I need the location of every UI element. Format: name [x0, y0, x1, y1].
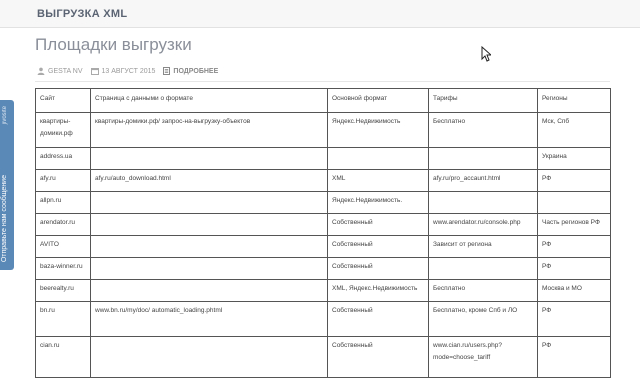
header-region: Регионы [537, 88, 611, 113]
author-meta[interactable]: GESTA NV [37, 67, 83, 75]
cell-site[interactable]: bn.ru [35, 301, 91, 337]
cell-format: Яндекс.Недвижимость [327, 112, 429, 148]
table-row: afy.ru afy.ru/auto_download.html XML afy… [35, 169, 611, 192]
sites-table: Сайт Страница с данными о формате Основн… [35, 88, 611, 378]
table-row: address.ua Украина [35, 147, 611, 170]
cell-page [90, 279, 328, 302]
table-row: AVITO Собственный Зависит от региона РФ [35, 235, 611, 258]
mouse-pointer-icon [481, 46, 491, 62]
cell-region: РФ [537, 336, 611, 378]
cell-site[interactable]: beerealty.ru [35, 279, 91, 302]
cell-format: Яндекс.Недвижимость. [327, 191, 429, 214]
header-tariff: Тарифы [428, 88, 538, 113]
readmore-link[interactable]: ПОДРОБНЕЕ [163, 67, 218, 75]
cell-page [90, 213, 328, 236]
cell-format: Собственный [327, 257, 429, 280]
cell-tariff: Бесплатно [428, 112, 538, 148]
cell-site[interactable]: квартиры-домики.рф [35, 112, 91, 148]
cell-page [90, 191, 328, 214]
cell-format: XML [327, 169, 429, 192]
cell-site[interactable]: AVITO [35, 235, 91, 258]
author-name: GESTA NV [48, 67, 83, 75]
feedback-brand: jivosite [2, 106, 8, 125]
cell-tariff: Бесплатно [428, 279, 538, 302]
table-row: baza-winner.ru Собственный РФ [35, 257, 611, 280]
cell-region: Часть регионов РФ [537, 213, 611, 236]
cell-page [90, 257, 328, 280]
cell-region: РФ [537, 301, 611, 337]
cell-page[interactable]: afy.ru/auto_download.html [90, 169, 328, 192]
date-meta: 13 АВГУСТ 2015 [90, 67, 156, 75]
cell-site[interactable]: baza-winner.ru [35, 257, 91, 280]
feedback-label: Отправьте нам сообщение [1, 174, 8, 262]
publish-date: 13 АВГУСТ 2015 [101, 67, 156, 75]
document-icon [163, 67, 171, 75]
header-page: Страница с данными о формате [90, 88, 328, 113]
cell-tariff[interactable]: www.arendator.ru/console.php [428, 213, 538, 236]
cell-format: XML, Яндекс.Недвижимость [327, 279, 429, 302]
cell-site[interactable]: allpn.ru [35, 191, 91, 214]
cell-region: Украина [537, 147, 611, 170]
readmore-label: ПОДРОБНЕЕ [173, 67, 219, 75]
cell-region: РФ [537, 257, 611, 280]
cell-region: РФ [537, 169, 611, 192]
cell-page[interactable]: www.bn.ru/my/doc/ automatic_loading.phtm… [90, 301, 328, 337]
header-format: Основной формат [327, 88, 429, 113]
cell-format: Собственный [327, 213, 429, 236]
table-row: cian.ru Собственный www.cian.ru/users.ph… [35, 336, 611, 378]
cell-page [90, 235, 328, 258]
cell-site[interactable]: afy.ru [35, 169, 91, 192]
cell-page[interactable]: квартиры-домики.рф/ запрос-на-выгрузку-о… [90, 112, 328, 148]
cell-tariff [428, 257, 538, 280]
cell-format: Собственный [327, 301, 429, 337]
cell-tariff: Зависит от региона [428, 235, 538, 258]
cell-site[interactable]: address.ua [35, 147, 91, 170]
table-header-row: Сайт Страница с данными о формате Основн… [35, 88, 611, 113]
divider [35, 81, 610, 82]
user-icon [37, 67, 45, 75]
cell-format: Собственный [327, 336, 429, 378]
cell-site[interactable]: arendator.ru [35, 213, 91, 236]
page-title: Площадки выгрузки [35, 35, 192, 54]
cell-format [327, 147, 429, 170]
cell-tariff[interactable]: www.cian.ru/users.php? mode=choose_tarif… [428, 336, 538, 378]
table-row: beerealty.ru XML, Яндекс.Недвижимость Бе… [35, 279, 611, 302]
header-site: Сайт [35, 88, 91, 113]
table-row: allpn.ru Яндекс.Недвижимость. [35, 191, 611, 214]
table-row: квартиры-домики.рф квартиры-домики.рф/ з… [35, 112, 611, 148]
article-meta: GESTA NV 13 АВГУСТ 2015 ПОДРОБНЕЕ [37, 65, 226, 77]
cell-tariff: Бесплатно, кроме Спб и ЛО [428, 301, 538, 337]
site-title-link[interactable]: ВЫГРУЗКА XML [37, 8, 127, 20]
site-header: ВЫГРУЗКА XML [0, 0, 640, 28]
table-row: bn.ru www.bn.ru/my/doc/ automatic_loadin… [35, 301, 611, 337]
cell-tariff [428, 191, 538, 214]
cell-region: Москва и МО [537, 279, 611, 302]
cell-tariff [428, 147, 538, 170]
cell-region: Мск, Спб [537, 112, 611, 148]
feedback-tab[interactable]: jivosite Отправьте нам сообщение [0, 100, 14, 270]
cell-page [90, 147, 328, 170]
table-row: arendator.ru Собственный www.arendator.r… [35, 213, 611, 236]
cell-region [537, 191, 611, 214]
cell-page [90, 336, 328, 378]
cell-site[interactable]: cian.ru [35, 336, 91, 378]
cell-region: РФ [537, 235, 611, 258]
calendar-icon [90, 68, 99, 75]
cell-tariff[interactable]: afy.ru/pro_accaunt.html [428, 169, 538, 192]
cell-format: Собственный [327, 235, 429, 258]
